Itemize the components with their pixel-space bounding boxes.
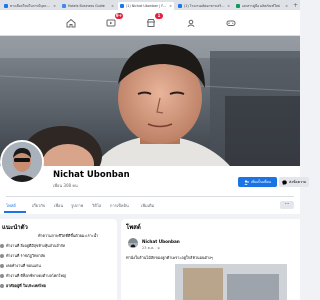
- store-icon[interactable]: 1: [144, 13, 163, 30]
- browser-tab[interactable]: ทางเลือกใหม่ในการมีบุตรกับ... ×: [2, 2, 58, 10]
- more-options-button[interactable]: ···: [280, 201, 294, 209]
- home-icon[interactable]: [64, 16, 78, 30]
- tab-favicon-icon: [236, 4, 240, 8]
- browser-tab[interactable]: (1) โรงงานผลิตอาหารเสริม... ×: [176, 2, 232, 10]
- cover-photo[interactable]: [0, 36, 300, 166]
- tab-close-icon[interactable]: ×: [227, 4, 230, 8]
- add-friend-button[interactable]: เพิ่มเป็นเพื่อน: [238, 177, 277, 187]
- posts-title: โพสต์: [126, 224, 141, 231]
- messenger-icon: [282, 179, 287, 185]
- briefcase-icon: [0, 274, 4, 278]
- intro-item-work: เคยทำงานที่ ขอนแก่น: [0, 263, 41, 269]
- profile-tabs: โพสต์ เกี่ยวกับ เพื่อน รูปภาพ วิดีโอ การ…: [0, 197, 300, 214]
- tab-close-icon[interactable]: ×: [285, 4, 288, 8]
- tab-close-icon[interactable]: ×: [169, 4, 172, 8]
- intro-item-text: ทำงานที่ ยิ่งอยู่ดีมีสุขห้างหุ้นส่วนจำกั…: [6, 244, 66, 248]
- tab-favicon-icon: [4, 4, 8, 8]
- intro-bio: ทำความภาพชีวิตที่ดีขึ้นด้วยมะเราะน้ำ: [38, 234, 99, 238]
- tab-favicon-icon: [62, 4, 66, 8]
- post-image[interactable]: [175, 264, 287, 300]
- marketplace-badge: 1: [155, 13, 163, 19]
- add-friend-label: เพิ่มเป็นเพื่อน: [250, 180, 272, 184]
- intro-item-text: ทำงานที่ ดีท็อกซ์ทางดงตำบลโคกใหญ่: [6, 274, 66, 278]
- active-tab-indicator: [4, 211, 26, 213]
- intro-item-text: เคยทำงานที่ ขอนแก่น: [6, 264, 41, 268]
- watch-badge: 9+: [114, 13, 123, 19]
- tab-label: Hotels Business Guide: [68, 4, 105, 8]
- tab-friends[interactable]: เพื่อน: [54, 202, 63, 209]
- briefcase-icon: [0, 264, 4, 268]
- post-time-text: 23 ต.ค.: [142, 246, 155, 250]
- post-author-avatar[interactable]: [128, 238, 138, 248]
- tab-more[interactable]: เพิ่มเติม: [141, 202, 154, 209]
- post-author-name[interactable]: Nichat Ubonban: [142, 239, 180, 244]
- post-timestamp[interactable]: 23 ต.ค. · ⊕: [142, 245, 160, 251]
- tab-close-icon[interactable]: ×: [53, 4, 56, 8]
- tab-videos[interactable]: วิดีโอ: [92, 202, 101, 209]
- tab-photos[interactable]: รูปภาพ: [71, 202, 83, 209]
- intro-item-work: ทำงานที่ ยิ่งอยู่ดีมีสุขห้างหุ้นส่วนจำกั…: [0, 243, 65, 249]
- new-tab-icon[interactable]: +: [293, 2, 298, 10]
- intro-item-text: อาศัยอยู่ที่ ในประเทศไทย: [6, 284, 46, 288]
- message-button[interactable]: ส่งข้อความ: [279, 177, 309, 187]
- intro-item-location: อาศัยอยู่ที่ ในประเทศไทย: [0, 283, 46, 289]
- video-icon[interactable]: 9+: [104, 13, 123, 30]
- intro-item-work: ทำงานที่ ราชภัฏวิทยาลัย: [0, 253, 45, 259]
- add-friend-icon: [244, 179, 249, 185]
- browser-tab[interactable]: Hotels Business Guide ×: [60, 2, 116, 10]
- browser-tab-active[interactable]: (1) Nichat Ubonban | Fac... ×: [118, 2, 174, 10]
- tab-posts[interactable]: โพสต์: [6, 202, 16, 209]
- tab-checkins[interactable]: การเช็คอิน: [110, 202, 129, 209]
- profile-avatar[interactable]: [0, 140, 44, 184]
- browser-tab-strip: ทางเลือกใหม่ในการมีบุตรกับ... × Hotels B…: [0, 0, 300, 10]
- intro-item-work: ทำงานที่ ดีท็อกซ์ทางดงตำบลโคกใหญ่: [0, 273, 66, 279]
- friends-count[interactable]: เพื่อน 308 คน: [53, 182, 78, 189]
- tab-about[interactable]: เกี่ยวกับ: [32, 202, 45, 209]
- home-location-icon: [0, 284, 4, 288]
- tab-close-icon[interactable]: ×: [111, 4, 114, 8]
- tab-favicon-icon: [178, 4, 182, 8]
- tab-label: ทางเลือกใหม่ในการมีบุตรกับ...: [10, 3, 52, 8]
- gaming-icon[interactable]: [224, 16, 238, 30]
- intro-title: แนะนำตัว: [2, 224, 28, 231]
- browser-tab[interactable]: เอกสารคู่มือ ผลิตภัณฑ์ใหม่ ×: [234, 2, 290, 10]
- message-label: ส่งข้อความ: [289, 180, 307, 184]
- groups-icon[interactable]: [184, 16, 198, 30]
- top-navigation: 9+ 1: [0, 10, 300, 36]
- tab-label: (1) Nichat Ubonban | Fac...: [126, 4, 168, 8]
- intro-item-text: ทำงานที่ ราชภัฏวิทยาลัย: [6, 254, 46, 258]
- tab-label: (1) โรงงานผลิตอาหารเสริม...: [184, 3, 226, 8]
- tab-label: เอกสารคู่มือ ผลิตภัณฑ์ใหม่: [242, 3, 281, 8]
- briefcase-icon: [0, 244, 4, 248]
- tab-favicon-icon: [120, 4, 124, 8]
- briefcase-icon: [0, 254, 4, 258]
- profile-name: Nichat Ubonban: [53, 170, 130, 180]
- post-text: ท่านั่งในร้านไม้สักของลูกค้าเพราะอยู่ใกล…: [126, 255, 213, 260]
- globe-icon: · ⊕: [155, 246, 160, 250]
